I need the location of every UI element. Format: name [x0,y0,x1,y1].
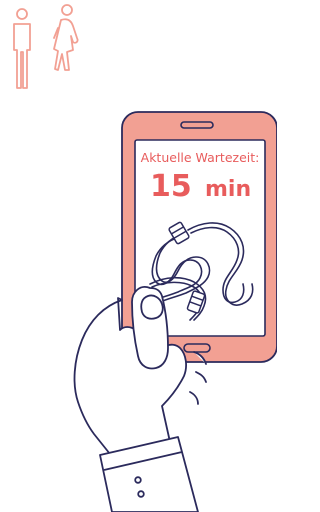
wait-time-value: 15 [150,169,192,204]
restroom-icon [13,4,79,89]
phone-speaker [180,121,214,129]
wait-time-label: Aktuelle Wartezeit: [141,150,260,165]
wait-time-unit: min [205,177,251,202]
illustration-canvas: Aktuelle Wartezeit: 15 min [13,4,277,512]
phone-home-button [183,343,211,353]
cuff-button-icon [137,490,145,498]
woman-figure-icon [53,4,79,71]
cuff-button-icon [134,476,142,484]
man-figure-icon [13,8,31,89]
